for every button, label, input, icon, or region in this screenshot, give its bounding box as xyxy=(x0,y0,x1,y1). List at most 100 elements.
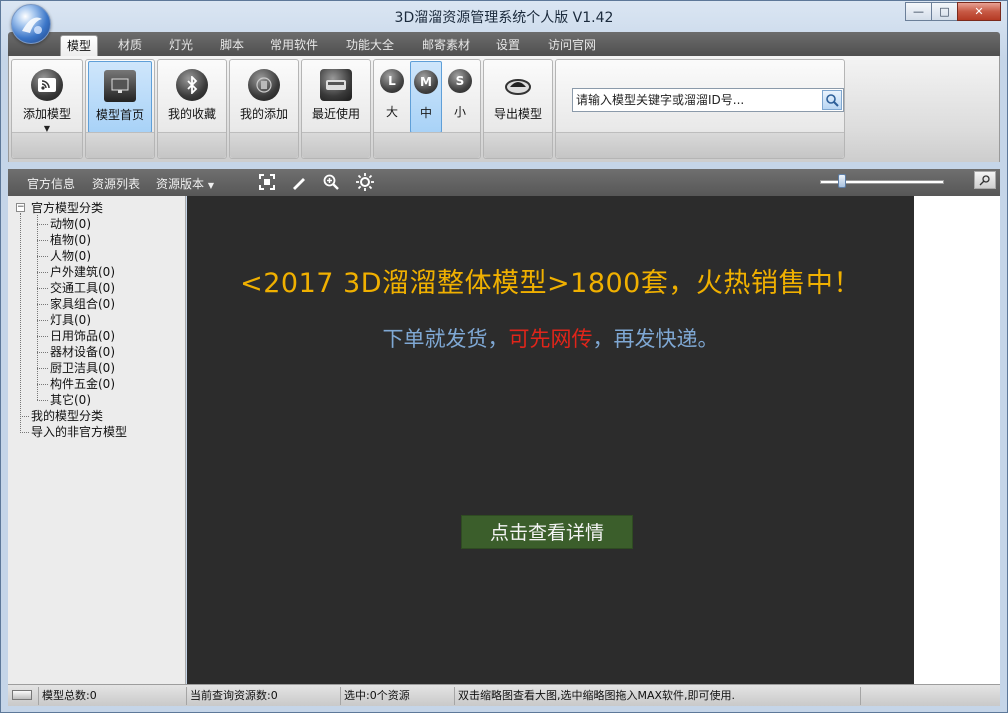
drive-icon xyxy=(320,69,352,101)
resource-list-link[interactable]: 资源列表 xyxy=(92,175,140,192)
export-model-label: 导出模型 xyxy=(493,107,542,121)
group-search xyxy=(555,59,845,159)
app-logo-icon[interactable] xyxy=(11,4,51,44)
app-window: 3D溜溜资源管理系统个人版 V1.42 — □ ✕ 模型 材质 灯光 脚本 常用… xyxy=(0,0,1008,713)
resource-version-label: 资源版本 xyxy=(156,177,205,191)
my-added-label: 我的添加 xyxy=(239,107,288,121)
status-current-query: 当前查询资源数:0 xyxy=(186,687,340,705)
tree-node-lamps[interactable]: 灯具(0) xyxy=(50,312,91,328)
recent-label: 最近使用 xyxy=(311,107,360,121)
close-button[interactable]: ✕ xyxy=(957,2,1001,21)
search-input[interactable] xyxy=(573,89,821,111)
group-export: 导出模型 xyxy=(483,59,553,159)
tree-node-outdoor-buildings[interactable]: 户外建筑(0) xyxy=(50,264,115,280)
promo-subline: 下单就发货，可先网传，再发快递。 xyxy=(187,323,914,353)
zoom-in-icon[interactable] xyxy=(321,172,341,192)
brightness-icon[interactable] xyxy=(355,172,375,192)
add-model-label: 添加模型 xyxy=(22,107,71,121)
group-add: 添加模型 ▼ xyxy=(11,59,83,159)
right-panel xyxy=(914,196,1000,684)
title-bar: 3D溜溜资源管理系统个人版 V1.42 — □ ✕ xyxy=(1,1,1007,31)
official-info-link[interactable]: 官方信息 xyxy=(27,175,75,192)
size-large-button[interactable]: L 大 xyxy=(376,61,408,133)
promo-sub-part1: 下单就发货， xyxy=(382,327,509,351)
tab-script[interactable]: 脚本 xyxy=(214,35,250,56)
size-small-icon: S xyxy=(448,69,472,93)
status-hint: 双击缩略图查看大图,选中缩略图拖入MAX软件,即可使用. xyxy=(454,687,860,705)
tree-node-my-categories[interactable]: 我的模型分类 xyxy=(31,408,103,424)
ribbon-tabs: 模型 材质 灯光 脚本 常用软件 功能大全 邮寄素材 设置 访问官网 xyxy=(8,32,1000,56)
book-icon xyxy=(248,69,280,101)
tab-settings[interactable]: 设置 xyxy=(490,35,526,56)
tree-node-other[interactable]: 其它(0) xyxy=(50,392,91,408)
fit-screen-icon[interactable] xyxy=(257,172,277,192)
size-small-button[interactable]: S 小 xyxy=(444,61,476,133)
tree-node-vehicles[interactable]: 交通工具(0) xyxy=(50,280,115,296)
size-large-icon: L xyxy=(380,69,404,93)
size-small-label: 小 xyxy=(453,105,466,119)
secondary-toolbar: 官方信息 资源列表 资源版本 ▼ xyxy=(8,169,1000,196)
maximize-button[interactable]: □ xyxy=(931,2,958,21)
my-favorites-button[interactable]: 我的收藏 xyxy=(160,61,224,133)
monitor-icon xyxy=(104,70,136,102)
tree-node-kitchen-bath[interactable]: 厨卫洁具(0) xyxy=(50,360,115,376)
status-total-models: 模型总数:0 xyxy=(38,687,186,705)
my-added-button[interactable]: 我的添加 xyxy=(232,61,296,133)
tree-node-animals[interactable]: 动物(0) xyxy=(50,216,91,232)
zoom-slider-thumb[interactable] xyxy=(838,174,846,188)
search-icon[interactable] xyxy=(822,90,842,110)
tab-visit-website[interactable]: 访问官网 xyxy=(542,35,602,56)
tree-node-hardware[interactable]: 构件五金(0) xyxy=(50,376,115,392)
collapse-icon[interactable]: − xyxy=(16,203,25,212)
promo-sub-highlight: 可先网传 xyxy=(508,327,593,351)
model-home-label: 模型首页 xyxy=(95,108,144,122)
rss-icon xyxy=(31,69,63,101)
bluetooth-icon xyxy=(176,69,208,101)
recent-button[interactable]: 最近使用 xyxy=(304,61,368,133)
group-recent: 最近使用 xyxy=(301,59,371,159)
tree-node-people[interactable]: 人物(0) xyxy=(50,248,91,264)
tree-node-official[interactable]: 官方模型分类 xyxy=(31,200,103,216)
model-home-button[interactable]: 模型首页 xyxy=(88,61,152,133)
ribbon-panel: 添加模型 ▼ 模型首页 我的收藏 我的添加 最近使用 L 大 M 中 S 小 导… xyxy=(8,56,1000,162)
search-box xyxy=(572,88,844,112)
pin-icon[interactable] xyxy=(974,171,996,189)
tree-node-daily-decor[interactable]: 日用饰品(0) xyxy=(50,328,115,344)
window-title: 3D溜溜资源管理系统个人版 V1.42 xyxy=(394,10,614,26)
export-model-button[interactable]: 导出模型 xyxy=(486,61,550,133)
group-thumb-size: L 大 M 中 S 小 xyxy=(373,59,481,159)
group-home: 模型首页 xyxy=(85,59,155,159)
group-favorites: 我的收藏 xyxy=(157,59,227,159)
tab-lighting[interactable]: 灯光 xyxy=(163,35,199,56)
status-selected: 选中:0个资源 xyxy=(340,687,454,705)
group-my-added: 我的添加 xyxy=(229,59,299,159)
tree-node-plants[interactable]: 植物(0) xyxy=(50,232,91,248)
add-model-button[interactable]: 添加模型 ▼ xyxy=(14,61,80,133)
tab-features[interactable]: 功能大全 xyxy=(340,35,400,56)
view-details-button[interactable]: 点击查看详情 xyxy=(461,515,633,549)
resource-version-menu[interactable]: 资源版本 ▼ xyxy=(156,175,214,192)
my-favorites-label: 我的收藏 xyxy=(167,107,216,121)
tree-node-equipment[interactable]: 器材设备(0) xyxy=(50,344,115,360)
chevron-down-icon: ▼ xyxy=(207,181,214,190)
tree-node-furniture-sets[interactable]: 家具组合(0) xyxy=(50,296,115,312)
size-medium-icon: M xyxy=(414,70,438,94)
status-grip-icon xyxy=(12,690,32,700)
tab-mail-assets[interactable]: 邮寄素材 xyxy=(416,35,476,56)
export-icon xyxy=(502,69,534,101)
promo-headline: <2017 3D溜溜整体模型>1800套，火热销售中！ xyxy=(240,268,861,299)
tab-common-software[interactable]: 常用软件 xyxy=(264,35,324,56)
pencil-icon[interactable] xyxy=(289,172,309,192)
size-large-label: 大 xyxy=(385,105,398,119)
window-controls: — □ ✕ xyxy=(905,2,1001,21)
size-medium-button[interactable]: M 中 xyxy=(410,61,442,133)
status-bar: 模型总数:0 当前查询资源数:0 选中:0个资源 双击缩略图查看大图,选中缩略图… xyxy=(8,684,1000,706)
status-empty xyxy=(860,687,998,705)
minimize-button[interactable]: — xyxy=(905,2,932,21)
tab-model[interactable]: 模型 xyxy=(60,35,99,56)
promo-sub-part3: ，再发快递。 xyxy=(592,327,719,351)
tab-material[interactable]: 材质 xyxy=(112,35,148,56)
tree-node-imported[interactable]: 导入的非官方模型 xyxy=(31,424,127,440)
category-tree: − 官方模型分类 动物(0) 植物(0) 人物(0) 户外建筑(0) 交通工具(… xyxy=(8,196,186,684)
main-content: <2017 3D溜溜整体模型>1800套，火热销售中！ 下单就发货，可先网传，再… xyxy=(187,196,914,684)
